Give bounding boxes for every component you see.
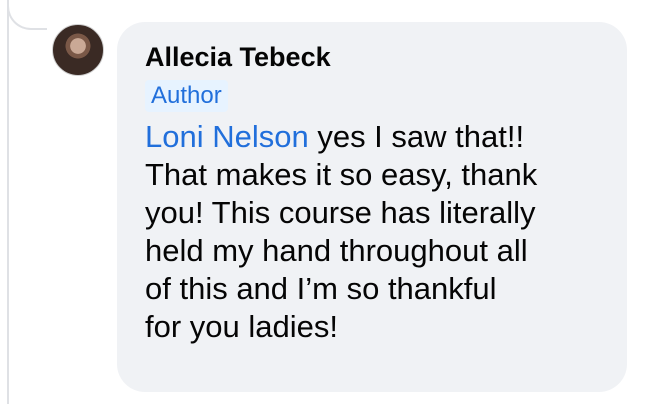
thread-line — [7, 0, 9, 404]
thread-connector — [7, 0, 47, 30]
comment-body: Loni Nelson yes I saw that!! That makes … — [145, 118, 601, 346]
author-badge: Author — [145, 80, 228, 112]
mention-link[interactable]: Loni Nelson — [145, 119, 309, 154]
author-name[interactable]: Allecia Tebeck — [145, 42, 601, 72]
comment-bubble: Allecia Tebeck Author Loni Nelson yes I … — [117, 22, 627, 392]
avatar[interactable] — [52, 24, 104, 76]
